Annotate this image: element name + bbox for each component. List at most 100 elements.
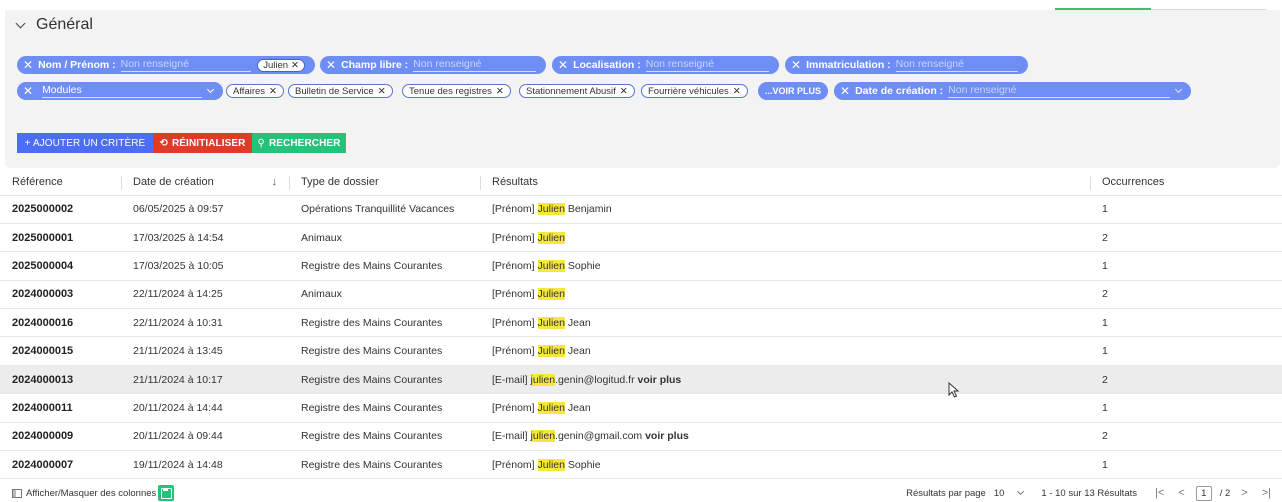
result-rest: .genin@logitud.fr xyxy=(555,373,635,386)
last-page-icon[interactable]: >| xyxy=(1262,487,1271,499)
search-button[interactable]: ⚲ RECHERCHER xyxy=(252,133,346,153)
module-chip-affaires[interactable]: Affaires ✕ xyxy=(226,84,285,98)
result-match: Julien xyxy=(537,316,565,329)
column-header-type[interactable]: Type de dossier xyxy=(289,170,480,196)
cell-reference[interactable]: 2024000009 xyxy=(0,422,121,452)
table-footer: Afficher/Masquer des colonnes Résultats … xyxy=(0,484,1282,502)
close-icon[interactable]: ✕ xyxy=(269,86,277,97)
voir-plus-button[interactable]: ...VOIR PLUS xyxy=(758,82,828,100)
date-creation-input[interactable]: Non renseigné xyxy=(948,84,1170,98)
table-row[interactable]: 2024000015 21/11/2024 à 13:45 Registre des… xyxy=(0,336,1282,366)
filter-localisation[interactable]: ✕ Localisation : Non renseigné xyxy=(552,56,779,74)
filter-champ-libre[interactable]: ✕ Champ libre : Non renseigné xyxy=(320,56,546,74)
button-label: RÉINITIALISER xyxy=(171,137,246,149)
cell-date: 22/11/2024 à 14:25 xyxy=(121,280,289,310)
voir-plus-link[interactable]: voir plus xyxy=(645,430,689,442)
cell-resultats: [Prénom] Julien Jean xyxy=(480,308,1090,338)
current-page-input[interactable]: 1 xyxy=(1195,485,1212,501)
results-range: 1 - 10 sur 13 Résultats xyxy=(1041,487,1137,499)
result-match: Julien xyxy=(537,288,565,301)
per-page-value: 10 xyxy=(993,487,1005,499)
result-match: Julien xyxy=(537,458,565,471)
cell-reference[interactable]: 2024000003 xyxy=(0,280,121,310)
per-page-select[interactable]: 10 xyxy=(993,487,1025,499)
column-separator xyxy=(121,176,122,190)
column-header-date[interactable]: Date de création ↓ xyxy=(121,170,289,196)
remove-filter-icon[interactable]: ✕ xyxy=(558,59,568,71)
section-general-toggle[interactable]: Général xyxy=(15,16,93,34)
voir-plus-link[interactable]: voir plus xyxy=(638,374,682,386)
reset-button[interactable]: ⟲ RÉINITIALISER xyxy=(153,133,252,153)
sort-arrow-icon[interactable]: ↓ xyxy=(272,176,278,188)
filter-label: Localisation : xyxy=(573,59,641,71)
cell-reference[interactable]: 2025000002 xyxy=(0,195,121,224)
nom-prenom-input[interactable]: Non renseigné xyxy=(120,58,252,72)
mouse-cursor-icon xyxy=(948,382,960,398)
cell-resultats: [Prénom] Julien Jean xyxy=(480,336,1090,366)
cell-type: Registre des Mains Courantes xyxy=(289,336,480,366)
column-header-occurrences[interactable]: Occurrences xyxy=(1090,170,1282,196)
table-row[interactable]: 2024000016 22/11/2024 à 10:31 Registre des… xyxy=(0,308,1282,338)
cell-type: Registre des Mains Courantes xyxy=(289,365,480,395)
columns-toggle-button[interactable]: Afficher/Masquer des colonnes xyxy=(12,488,156,499)
modules-select[interactable]: ✕ Modules xyxy=(17,82,223,100)
close-icon[interactable]: ✕ xyxy=(291,60,299,71)
close-icon[interactable]: ✕ xyxy=(733,86,741,97)
cell-reference[interactable]: 2024000015 xyxy=(0,336,121,366)
search-icon: ⚲ xyxy=(257,137,265,149)
table-row[interactable]: 2024000013 21/11/2024 à 10:17 Registre des… xyxy=(0,365,1282,395)
cell-date: 17/03/2025 à 14:54 xyxy=(121,223,289,253)
column-header-resultats[interactable]: Résultats xyxy=(480,170,1090,196)
filter-chip-julien[interactable]: Julien ✕ xyxy=(257,58,305,72)
result-field: [Prénom] xyxy=(492,288,535,301)
table-row[interactable]: 2025000004 17/03/2025 à 10:05 Registre des… xyxy=(0,251,1282,281)
table-row[interactable]: 2025000002 06/05/2025 à 09:57 Opérations T… xyxy=(0,195,1282,224)
table-row[interactable]: 2024000007 19/11/2024 à 14:48 Registre des… xyxy=(0,450,1282,480)
cell-reference[interactable]: 2024000016 xyxy=(0,308,121,338)
table-row[interactable]: 2025000001 17/03/2025 à 14:54 Animaux [Prén… xyxy=(0,223,1282,253)
table-row[interactable]: 2024000011 20/11/2024 à 14:44 Registre des… xyxy=(0,393,1282,423)
close-icon[interactable]: ✕ xyxy=(620,86,628,97)
close-icon[interactable]: ✕ xyxy=(378,86,386,97)
first-page-icon[interactable]: |< xyxy=(1155,487,1164,499)
header-label: Occurrences xyxy=(1102,176,1165,189)
remove-filter-icon[interactable]: ✕ xyxy=(326,59,336,71)
close-icon[interactable]: ✕ xyxy=(496,86,504,97)
module-chip-tenue-registres[interactable]: Tenue des registres ✕ xyxy=(402,84,511,98)
cell-reference[interactable]: 2025000004 xyxy=(0,251,121,281)
remove-filter-icon[interactable]: ✕ xyxy=(23,84,33,98)
prev-page-icon[interactable]: < xyxy=(1178,487,1184,499)
remove-filter-icon[interactable]: ✕ xyxy=(840,85,850,97)
cell-resultats: [Prénom] Julien Sophie xyxy=(480,450,1090,480)
cell-reference[interactable]: 2024000007 xyxy=(0,450,121,480)
add-criterion-button[interactable]: + AJOUTER UN CRITÈRE xyxy=(17,133,153,153)
module-chip-bulletin[interactable]: Bulletin de Service ✕ xyxy=(288,84,393,98)
result-rest: Jean xyxy=(564,316,591,329)
remove-filter-icon[interactable]: ✕ xyxy=(23,59,33,71)
immatriculation-input[interactable]: Non renseigné xyxy=(895,58,1018,72)
total-pages: / 2 xyxy=(1219,487,1231,499)
result-rest: Jean xyxy=(564,345,591,358)
table-row[interactable]: 2024000003 22/11/2024 à 14:25 Animaux [Prén… xyxy=(0,280,1282,310)
chip-label: Bulletin de Service xyxy=(295,85,374,97)
module-chip-stationnement[interactable]: Stationnement Abusif ✕ xyxy=(519,84,635,98)
cell-reference[interactable]: 2024000013 xyxy=(0,365,121,395)
cell-type: Animaux xyxy=(289,280,480,310)
localisation-input[interactable]: Non renseigné xyxy=(645,58,769,72)
result-field: [Prénom] xyxy=(492,203,535,216)
filter-immatriculation[interactable]: ✕ Immatriculation : Non renseigné xyxy=(785,56,1028,74)
filter-nom-prenom[interactable]: ✕ Nom / Prénom : Non renseigné Julien ✕ xyxy=(17,56,315,74)
champ-libre-input[interactable]: Non renseigné xyxy=(413,58,536,72)
save-icon[interactable] xyxy=(158,485,174,501)
cell-date: 20/11/2024 à 09:44 xyxy=(121,422,289,452)
table-row[interactable]: 2024000009 20/11/2024 à 09:44 Registre des… xyxy=(0,422,1282,452)
module-chip-fourriere[interactable]: Fourrière véhicules ✕ xyxy=(641,84,748,98)
cell-reference[interactable]: 2025000001 xyxy=(0,223,121,253)
filter-date-creation[interactable]: ✕ Date de création : Non renseigné xyxy=(834,82,1191,100)
chip-label: Fourrière véhicules xyxy=(648,85,729,97)
remove-filter-icon[interactable]: ✕ xyxy=(791,59,801,71)
next-page-icon[interactable]: > xyxy=(1241,487,1247,499)
columns-icon xyxy=(12,488,22,498)
cell-reference[interactable]: 2024000011 xyxy=(0,393,121,423)
column-header-reference[interactable]: Référence xyxy=(0,170,121,196)
